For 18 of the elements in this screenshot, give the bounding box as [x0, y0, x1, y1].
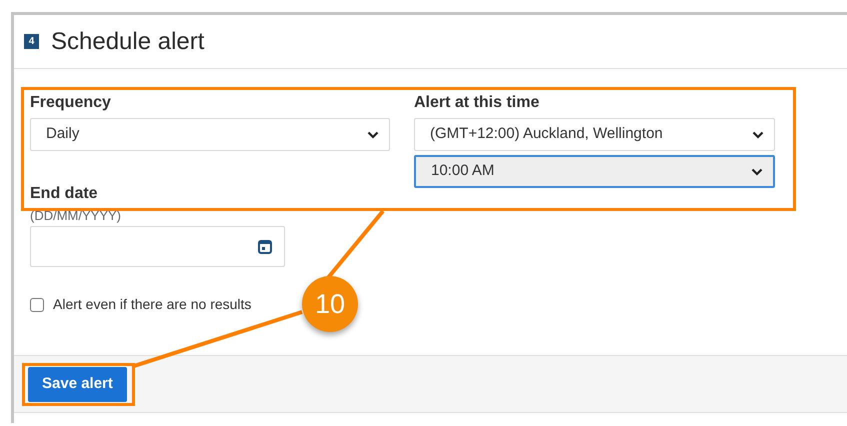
callout-number: 10: [302, 276, 358, 332]
section-title: Schedule alert: [51, 26, 204, 56]
timezone-select[interactable]: (GMT+12:00) Auckland, Wellington: [414, 118, 775, 151]
field-label: Frequency: [30, 94, 112, 112]
calendar-icon[interactable]: [258, 239, 272, 254]
time-select[interactable]: 10:00 AM: [414, 155, 775, 188]
checkbox-label: Alert even if there are no results: [53, 295, 252, 314]
save-button[interactable]: Save alert: [28, 366, 127, 402]
chevron-down-icon: [367, 130, 379, 138]
checkbox[interactable]: [30, 298, 44, 312]
chevron-down-icon: [752, 130, 764, 138]
step-number: 4: [24, 34, 39, 49]
date-format-hint: (DD/MM/YYYY): [30, 208, 122, 223]
field-label: End date: [30, 185, 99, 203]
field-label: Alert at this time: [414, 94, 540, 112]
frequency-select[interactable]: Daily: [30, 118, 390, 151]
date-field[interactable]: [30, 226, 285, 267]
chevron-down-icon: [751, 168, 763, 176]
